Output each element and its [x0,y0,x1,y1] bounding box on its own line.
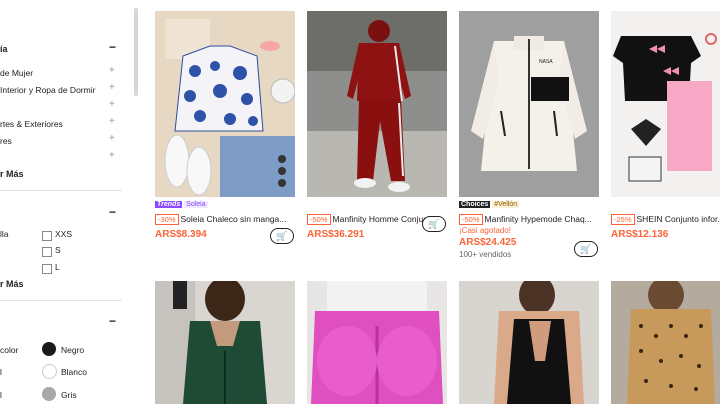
color-swatch-gray[interactable] [42,387,56,401]
size-option[interactable]: S [55,245,61,255]
category-item[interactable]: de Mujer [0,68,33,78]
expand-icon[interactable]: + [109,82,115,93]
color-option[interactable]: Gris [61,390,77,400]
expand-icon[interactable]: + [109,65,115,76]
discount-badge: -30% [155,214,179,225]
trends-badge: Trends Soleia [155,201,208,208]
size-checkbox[interactable] [42,247,52,257]
product-price: ARS$12.136 [611,229,669,240]
stock-warning: ¡Casi agotado! [459,226,512,235]
add-to-cart-icon[interactable]: 🛒 [574,241,598,257]
product-card[interactable]: -25% SHEIN Conjunto infor... ARS$12.136 [611,11,720,241]
color-swatch-black[interactable] [42,342,56,356]
category-item[interactable]: Interior y Ropa de Dormir [0,85,95,95]
size-option[interactable]: XXS [55,229,72,239]
collapse-icon[interactable]: − [109,205,116,219]
product-title[interactable]: -25% SHEIN Conjunto infor... [611,214,720,226]
size-option[interactable]: L [55,262,60,272]
expand-icon[interactable]: + [109,116,115,127]
product-image[interactable] [155,281,295,404]
choices-badge: Choices #Vellón [459,201,520,208]
product-image[interactable]: NASA [459,11,599,197]
collapse-icon[interactable]: − [109,40,116,54]
color-label: l [0,367,2,377]
color-option[interactable]: Blanco [61,367,87,377]
product-image[interactable] [307,11,447,197]
product-image[interactable] [611,281,720,404]
size-checkbox[interactable] [42,231,52,241]
expand-icon[interactable]: + [109,150,115,161]
product-title[interactable]: -30% Soleia Chaleco sin manga... [155,214,295,226]
expand-icon[interactable]: + [109,99,115,110]
discount-badge: -50% [307,214,331,225]
see-more-link[interactable]: r Más [0,279,24,289]
product-price: ARS$36.291 [307,229,365,240]
category-heading: ía [0,44,8,54]
filter-sidebar: ía − de Mujer + Interior y Ropa de Dormi… [0,0,128,404]
product-image[interactable] [155,11,295,197]
see-more-link[interactable]: r Más [0,169,24,179]
sold-count: 100+ vendidos [459,250,512,259]
product-title[interactable]: -50% Manfinity Hypemode Chaq... [459,214,599,226]
size-label: lla [0,229,9,239]
product-price: ARS$24.425 [459,237,517,248]
divider [0,300,122,301]
collapse-icon[interactable]: − [109,314,116,328]
size-checkbox[interactable] [42,264,52,274]
discount-badge: -25% [611,214,635,225]
expand-icon[interactable]: + [109,133,115,144]
product-image[interactable] [459,281,599,404]
product-price: ARS$8.394 [155,229,207,240]
svg-text:NASA: NASA [539,59,553,65]
product-image[interactable] [307,281,447,404]
sidebar-scrollbar[interactable] [134,8,138,96]
color-label: color [0,345,19,355]
color-label: l [0,390,2,400]
divider [0,190,122,191]
add-to-cart-icon[interactable]: 🛒 [270,228,294,244]
color-swatch-white[interactable] [42,364,57,379]
color-option[interactable]: Negro [61,345,84,355]
discount-badge: -50% [459,214,483,225]
category-item[interactable]: res [0,136,12,146]
category-item[interactable]: rtes & Exteriores [0,119,63,129]
add-to-cart-icon[interactable]: 🛒 [422,216,446,232]
product-image[interactable] [611,11,720,197]
